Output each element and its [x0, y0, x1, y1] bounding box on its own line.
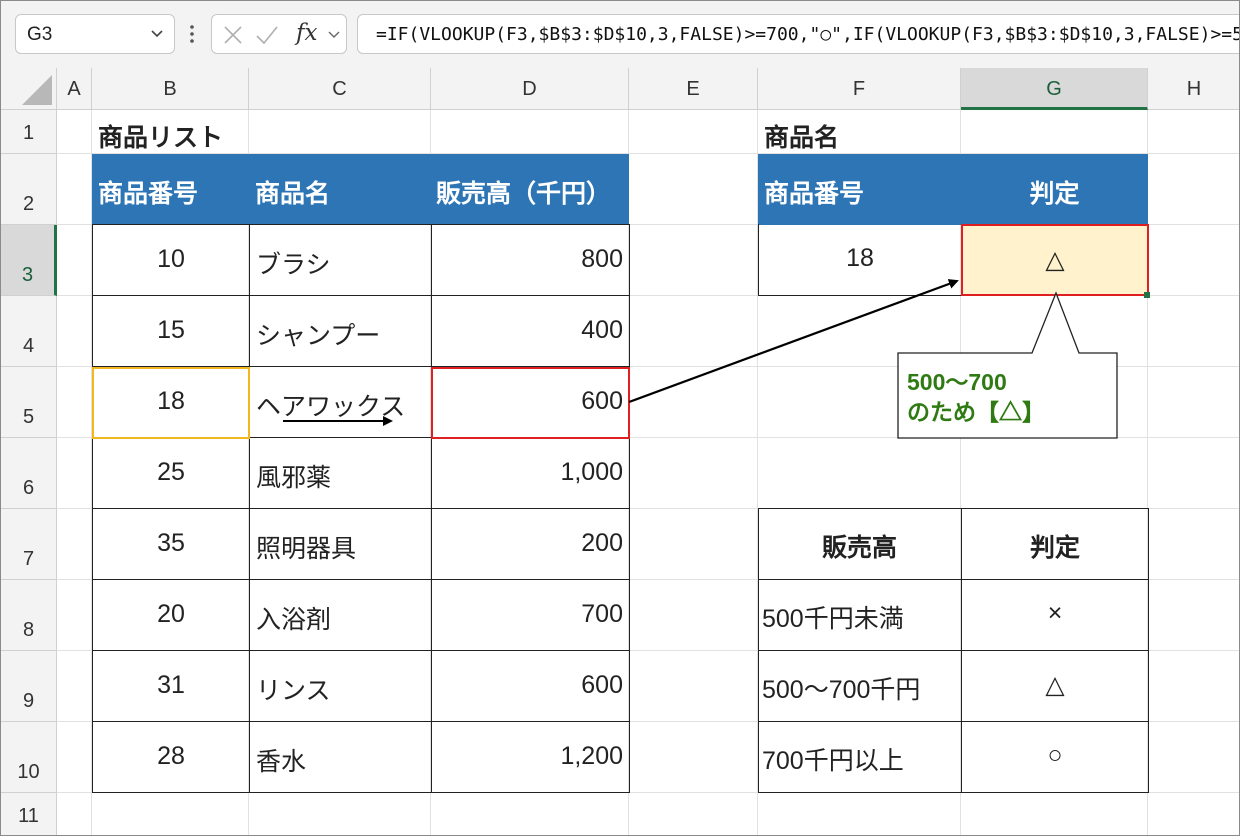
callout-line-2: のため【△】 — [907, 399, 1045, 425]
callout-text: 500〜700 のため【△】 — [907, 367, 1045, 427]
callout-line-1: 500〜700 — [907, 369, 1007, 395]
excel-window: G3 fx =IF(VLOOKUP(F3,$B$3:$D$10,3,FALSE)… — [0, 0, 1240, 836]
annotation-layer — [283, 279, 1118, 439]
